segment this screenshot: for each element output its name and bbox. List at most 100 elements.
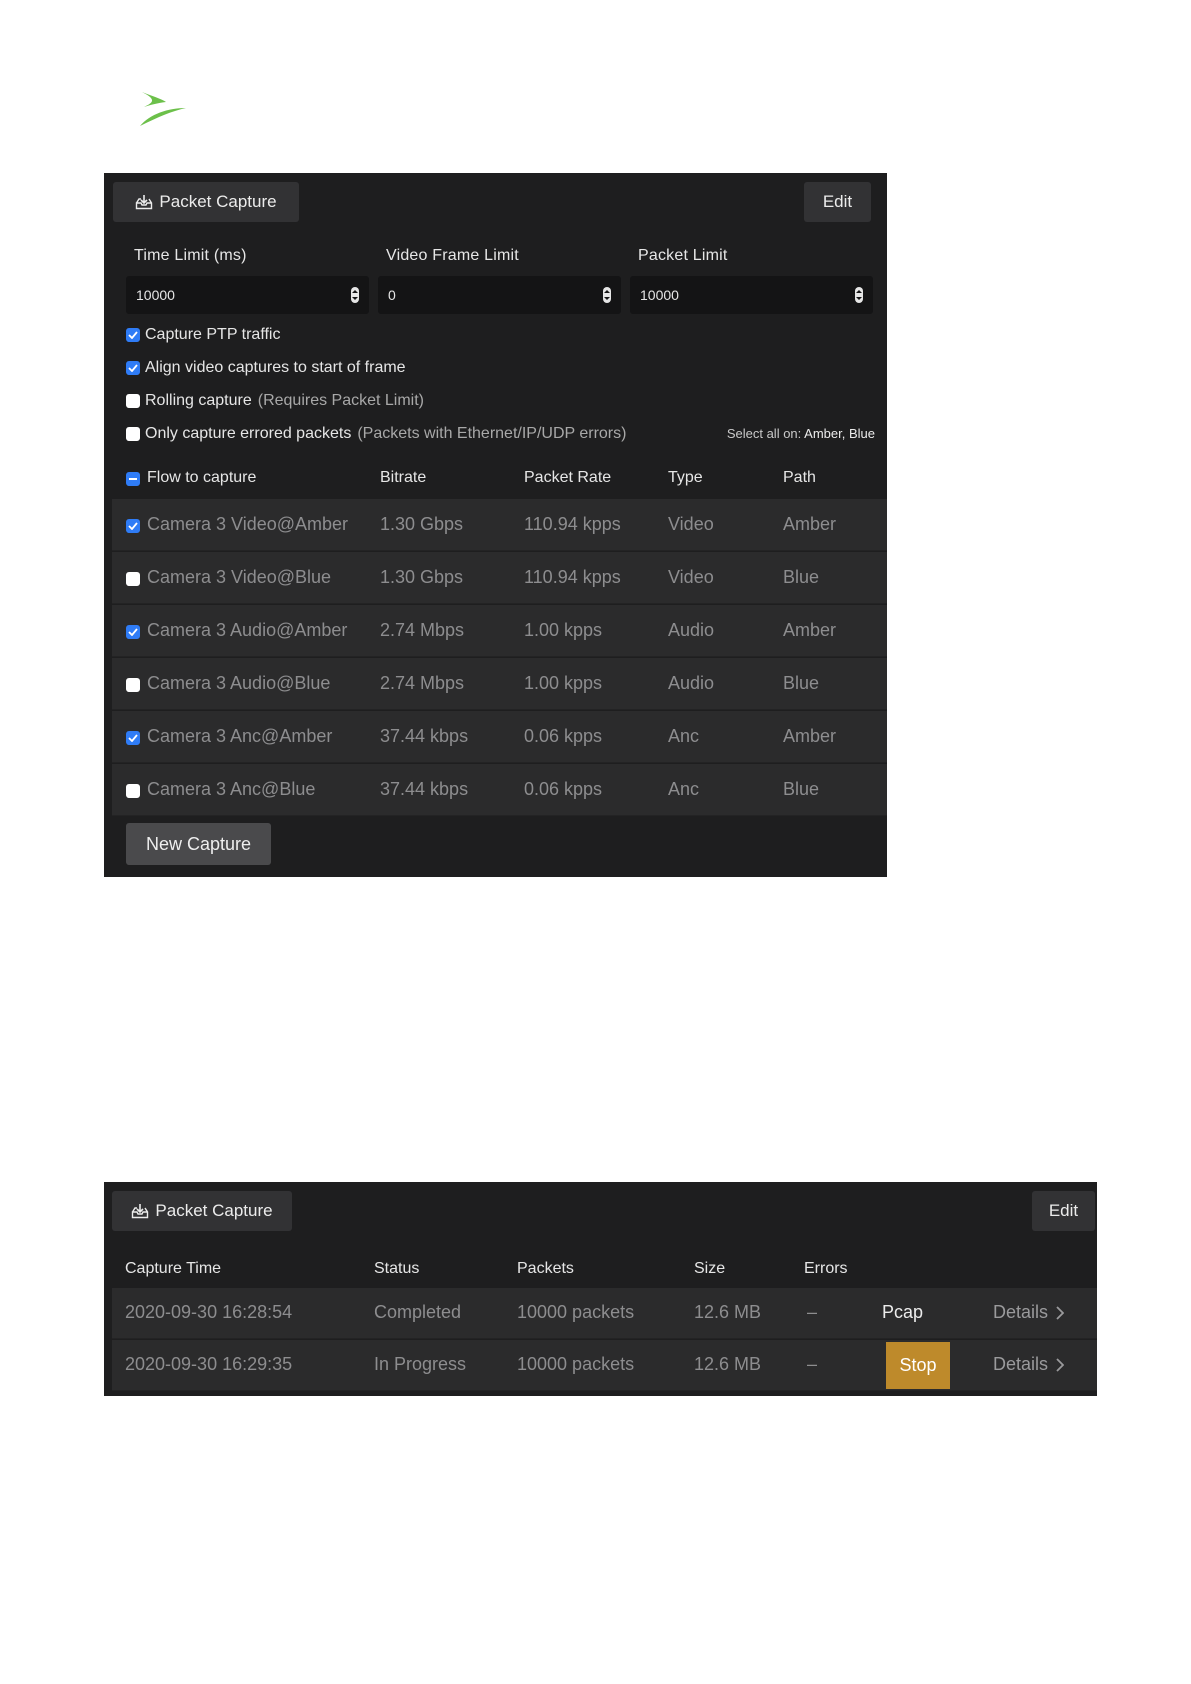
column-bitrate: Bitrate	[380, 469, 427, 486]
flow-row[interactable]: Camera 3 Audio@Blue 2.74 Mbps 1.00 kpps …	[112, 658, 887, 710]
checkbox-unchecked[interactable]	[126, 784, 140, 798]
flow-row[interactable]: Camera 3 Audio@Amber 2.74 Mbps 1.00 kpps…	[112, 605, 887, 657]
flow-path: Amber	[783, 514, 837, 534]
details-link[interactable]: Details	[993, 1354, 1065, 1375]
flow-row[interactable]: Camera 3 Anc@Blue 37.44 kbps 0.06 kpps A…	[112, 764, 887, 816]
flow-type: Video	[668, 514, 714, 534]
column-path: Path	[783, 469, 816, 486]
column-status: Status	[374, 1260, 420, 1277]
option-label: Align video captures to start of frame	[145, 359, 406, 376]
capture-config-panel: Packet Capture Edit Time Limit (ms) Vide…	[104, 173, 887, 877]
column-flow: Flow to capture	[147, 469, 257, 486]
flow-row[interactable]: Camera 3 Anc@Amber 37.44 kbps 0.06 kpps …	[112, 711, 887, 763]
flow-type: Audio	[668, 673, 715, 693]
stepper-icon[interactable]	[855, 287, 863, 303]
option-align-video[interactable]: Align video captures to start of frame	[126, 359, 406, 377]
select-all-label: Select all on:	[726, 426, 802, 441]
select-all-flows-checkbox[interactable]	[126, 472, 140, 486]
column-size: Size	[694, 1260, 726, 1277]
new-capture-button[interactable]: New Capture	[126, 823, 271, 865]
flow-name: Camera 3 Video@Blue	[147, 567, 332, 587]
capture-packets: 10000 packets	[517, 1302, 635, 1322]
capture-size: 12.6 MB	[694, 1354, 762, 1374]
checkbox-checked[interactable]	[126, 328, 140, 342]
checkbox-checked[interactable]	[126, 625, 140, 639]
flow-type: Video	[668, 567, 714, 587]
packet-limit-value: 10000	[640, 287, 679, 303]
video-frame-limit-label: Video Frame Limit	[386, 247, 519, 264]
flow-name: Camera 3 Audio@Blue	[147, 673, 331, 693]
edit-button[interactable]: Edit	[804, 182, 871, 222]
column-type: Type	[668, 469, 703, 486]
flow-name: Camera 3 Anc@Blue	[147, 779, 316, 799]
flow-table-header: Flow to capture Bitrate Packet Rate Type…	[112, 460, 887, 498]
capture-status: In Progress	[374, 1354, 467, 1374]
flow-type: Anc	[668, 779, 700, 799]
checkbox-unchecked[interactable]	[126, 572, 140, 586]
checkbox-checked[interactable]	[126, 519, 140, 533]
flow-bitrate: 37.44 kbps	[380, 779, 469, 799]
flow-bitrate: 1.30 Gbps	[380, 514, 464, 534]
option-label: Only capture errored packets	[145, 425, 352, 442]
capture-errors: –	[807, 1354, 818, 1374]
packet-capture-title-button[interactable]: Packet Capture	[113, 182, 299, 222]
flow-packet-rate: 1.00 kpps	[524, 620, 603, 640]
chevron-right-icon	[1056, 1305, 1065, 1320]
packet-limit-input[interactable]: 10000	[630, 276, 873, 314]
flow-row[interactable]: Camera 3 Video@Blue 1.30 Gbps 110.94 kpp…	[112, 552, 887, 604]
select-all-on: Select all on: Amber, Blue	[727, 426, 875, 441]
video-frame-limit-input[interactable]: 0	[378, 276, 621, 314]
select-all-paths-link[interactable]: Amber, Blue	[804, 426, 875, 441]
stepper-icon[interactable]	[351, 287, 359, 303]
flow-packet-rate: 0.06 kpps	[524, 726, 603, 746]
capture-packets: 10000 packets	[517, 1354, 635, 1374]
capture-status: Completed	[374, 1302, 462, 1322]
panel-title: Packet Capture	[159, 192, 277, 211]
option-hint: (Packets with Ethernet/IP/UDP errors)	[357, 425, 627, 442]
option-label: Rolling capture	[145, 392, 252, 409]
flow-type: Audio	[668, 620, 715, 640]
flow-name: Camera 3 Anc@Amber	[147, 726, 333, 746]
stepper-icon[interactable]	[603, 287, 611, 303]
flow-row[interactable]: Camera 3 Video@Amber 1.30 Gbps 110.94 kp…	[112, 499, 887, 551]
captures-list-panel: Packet Capture Edit Capture Time Status …	[104, 1182, 1097, 1396]
inbox-download-icon	[136, 195, 153, 210]
inbox-download-icon	[132, 1204, 149, 1219]
flow-bitrate: 37.44 kbps	[380, 726, 469, 746]
option-errored-packets[interactable]: Only capture errored packets (Packets wi…	[126, 425, 626, 443]
time-limit-input[interactable]: 10000	[126, 276, 369, 314]
flow-bitrate: 2.74 Mbps	[380, 673, 465, 693]
flow-packet-rate: 0.06 kpps	[524, 779, 603, 799]
checkbox-unchecked[interactable]	[126, 427, 140, 441]
time-limit-value: 10000	[136, 287, 175, 303]
checkbox-unchecked[interactable]	[126, 678, 140, 692]
flow-packet-rate: 110.94 kpps	[524, 514, 621, 534]
column-packet-rate: Packet Rate	[524, 469, 612, 486]
pcap-download-link[interactable]: Pcap	[882, 1302, 923, 1323]
edit-button[interactable]: Edit	[1032, 1191, 1095, 1231]
flow-path: Blue	[783, 673, 820, 693]
flow-name: Camera 3 Audio@Amber	[147, 620, 348, 640]
details-link[interactable]: Details	[993, 1302, 1065, 1323]
flow-path: Amber	[783, 726, 837, 746]
brand-logo	[140, 92, 186, 126]
checkbox-unchecked[interactable]	[126, 394, 140, 408]
option-rolling-capture[interactable]: Rolling capture (Requires Packet Limit)	[126, 392, 424, 410]
capture-size: 12.6 MB	[694, 1302, 762, 1322]
time-limit-label: Time Limit (ms)	[134, 247, 247, 264]
flow-packet-rate: 110.94 kpps	[524, 567, 621, 587]
panel-title: Packet Capture	[155, 1201, 273, 1220]
flow-path: Amber	[783, 620, 837, 640]
capture-row: 2020-09-30 16:28:54 Completed 10000 pack…	[112, 1288, 1097, 1339]
checkbox-checked[interactable]	[126, 361, 140, 375]
packet-capture-title-button[interactable]: Packet Capture	[112, 1191, 292, 1231]
flow-type: Anc	[668, 726, 700, 746]
option-capture-ptp[interactable]: Capture PTP traffic	[126, 326, 280, 344]
capture-errors: –	[807, 1302, 818, 1322]
flow-bitrate: 1.30 Gbps	[380, 567, 464, 587]
capture-time: 2020-09-30 16:29:35	[125, 1354, 293, 1374]
option-hint: (Requires Packet Limit)	[257, 392, 425, 409]
stop-capture-button[interactable]: Stop	[886, 1342, 950, 1389]
capture-time: 2020-09-30 16:28:54	[125, 1302, 293, 1322]
checkbox-checked[interactable]	[126, 731, 140, 745]
